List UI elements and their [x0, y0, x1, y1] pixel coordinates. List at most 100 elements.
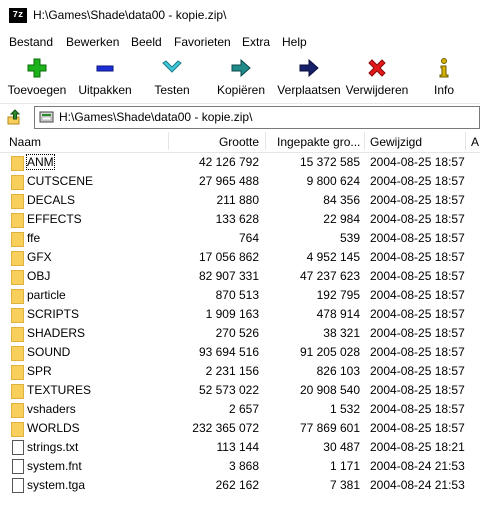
file-packed-size: 84 356 [323, 193, 360, 207]
folder-icon [11, 346, 24, 361]
column-divider[interactable] [465, 132, 466, 150]
file-row[interactable]: SCRIPTS 1 909 163 478 914 2004-08-25 18:57 [0, 305, 480, 324]
column-header: Naam Grootte Ingepakte gro... Gewijzigd … [0, 130, 480, 153]
file-size: 211 880 [216, 193, 260, 207]
menu-tools[interactable]: Extra [242, 35, 270, 49]
folder-icon [11, 327, 24, 342]
folder-icon [11, 365, 24, 380]
folder-icon [11, 251, 24, 266]
file-name: particle [27, 288, 66, 302]
file-size: 232 365 072 [192, 421, 259, 435]
file-packed-size: 1 171 [329, 459, 360, 473]
folder-icon [11, 232, 24, 247]
menu-file[interactable]: Bestand [9, 35, 53, 49]
folder-icon [11, 194, 24, 209]
file-size: 27 965 488 [198, 174, 259, 188]
file-row[interactable]: ANM 42 126 792 15 372 585 2004-08-25 18:57 [0, 153, 480, 172]
file-modified: 2004-08-25 18:57 [370, 288, 465, 302]
add-button[interactable]: Toevoegen [0, 52, 74, 102]
column-divider[interactable] [265, 132, 266, 150]
folder-icon [11, 270, 24, 285]
file-name: ffe [27, 231, 41, 245]
file-size: 262 162 [215, 478, 259, 492]
file-row[interactable]: system.tga 262 162 7 381 2004-08-24 21:53 [0, 476, 480, 495]
file-packed-size: 826 103 [316, 364, 360, 378]
file-name: SOUND [27, 345, 71, 359]
extract-button[interactable]: Uitpakken [72, 52, 138, 102]
file-name: SCRIPTS [27, 307, 80, 321]
file-size: 82 907 331 [198, 269, 259, 283]
folder-icon [11, 175, 24, 190]
file-modified: 2004-08-25 18:57 [370, 269, 465, 283]
menu-bar: Bestand Bewerken Beeld Favorieten Extra … [0, 33, 480, 52]
up-folder-button[interactable] [6, 108, 24, 126]
column-attributes[interactable]: A [471, 135, 479, 149]
file-name: ANM [26, 154, 55, 170]
folder-icon [11, 422, 24, 437]
file-packed-size: 22 984 [323, 212, 360, 226]
file-packed-size: 539 [339, 231, 360, 245]
column-packed-size[interactable]: Ingepakte gro... [277, 135, 361, 149]
title-bar: 7z H:\Games\Shade\data00 - kopie.zip\ [0, 0, 480, 32]
file-row[interactable]: SHADERS 270 526 38 321 2004-08-25 18:57 [0, 324, 480, 343]
extract-minus-icon [96, 65, 114, 72]
file-row[interactable]: SOUND 93 694 516 91 205 028 2004-08-25 18:5… [0, 343, 480, 362]
file-packed-size: 1 532 [329, 402, 360, 416]
column-name[interactable]: Naam [9, 135, 41, 149]
menu-edit[interactable]: Bewerken [66, 35, 119, 49]
add-button-label: Toevoegen [7, 83, 67, 97]
file-row[interactable]: TEXTURES 52 573 022 20 908 540 2004-08-25 1… [0, 381, 480, 400]
file-name: system.tga [27, 478, 86, 492]
file-row[interactable]: vshaders 2 657 1 532 2004-08-25 18:57 [0, 400, 480, 419]
folder-icon [11, 289, 24, 304]
file-name: system.fnt [27, 459, 82, 473]
delete-button[interactable]: Verwijderen [342, 52, 412, 102]
file-packed-size: 478 914 [316, 307, 360, 321]
file-row[interactable]: SPR 2 231 156 826 103 2004-08-25 18:57 [0, 362, 480, 381]
copy-arrow-icon [231, 58, 251, 78]
address-field[interactable]: H:\Games\Shade\data00 - kopie.zip\ [34, 106, 480, 129]
info-button[interactable]: Info [418, 52, 470, 102]
file-row[interactable]: particle 870 513 192 795 2004-08-25 18:57 [0, 286, 480, 305]
address-path: H:\Games\Shade\data00 - kopie.zip\ [59, 110, 253, 124]
column-modified[interactable]: Gewijzigd [370, 135, 422, 149]
file-row[interactable]: WORLDS 232 365 072 77 869 601 2004-08-25 18… [0, 419, 480, 438]
menu-help[interactable]: Help [282, 35, 307, 49]
test-button[interactable]: Testen [142, 52, 202, 102]
file-row[interactable]: system.fnt 3 868 1 171 2004-08-24 21:53 [0, 457, 480, 476]
file-packed-size: 15 372 585 [299, 155, 360, 169]
copy-button[interactable]: Kopiëren [208, 52, 274, 102]
file-size: 93 694 516 [198, 345, 259, 359]
folder-icon [11, 156, 24, 171]
extract-button-label: Uitpakken [78, 83, 132, 97]
file-name: strings.txt [27, 440, 79, 454]
file-size: 17 056 862 [198, 250, 259, 264]
test-chevron-icon [162, 60, 182, 73]
delete-x-icon [368, 59, 386, 77]
file-name: OBJ [27, 269, 51, 283]
file-row[interactable]: EFFECTS 133 628 22 984 2004-08-25 18:57 [0, 210, 480, 229]
file-modified: 2004-08-25 18:57 [370, 364, 465, 378]
file-row[interactable]: DECALS 211 880 84 356 2004-08-25 18:57 [0, 191, 480, 210]
file-size: 764 [238, 231, 259, 245]
image-file-icon [12, 478, 24, 493]
file-packed-size: 77 869 601 [299, 421, 360, 435]
file-packed-size: 4 952 145 [306, 250, 360, 264]
file-modified: 2004-08-25 18:57 [370, 307, 465, 321]
file-row[interactable]: ffe 764 539 2004-08-25 18:57 [0, 229, 480, 248]
column-divider[interactable] [364, 132, 365, 150]
menu-favorites[interactable]: Favorieten [174, 35, 231, 49]
file-row[interactable]: GFX 17 056 862 4 952 145 2004-08-25 18:57 [0, 248, 480, 267]
file-packed-size: 47 237 623 [299, 269, 360, 283]
move-button[interactable]: Verplaatsen [276, 52, 342, 102]
menu-view[interactable]: Beeld [131, 35, 162, 49]
column-divider[interactable] [168, 132, 169, 150]
column-size[interactable]: Grootte [219, 135, 259, 149]
file-modified: 2004-08-25 18:57 [370, 383, 465, 397]
file-row[interactable]: strings.txt 113 144 30 487 2004-08-25 18:21 [0, 438, 480, 457]
file-packed-size: 30 487 [323, 440, 360, 454]
file-row[interactable]: CUTSCENE 27 965 488 9 800 624 2004-08-25 18… [0, 172, 480, 191]
file-row[interactable]: OBJ 82 907 331 47 237 623 2004-08-25 18:57 [0, 267, 480, 286]
copy-button-label: Kopiëren [216, 83, 266, 97]
address-bar: H:\Games\Shade\data00 - kopie.zip\ [0, 103, 480, 130]
